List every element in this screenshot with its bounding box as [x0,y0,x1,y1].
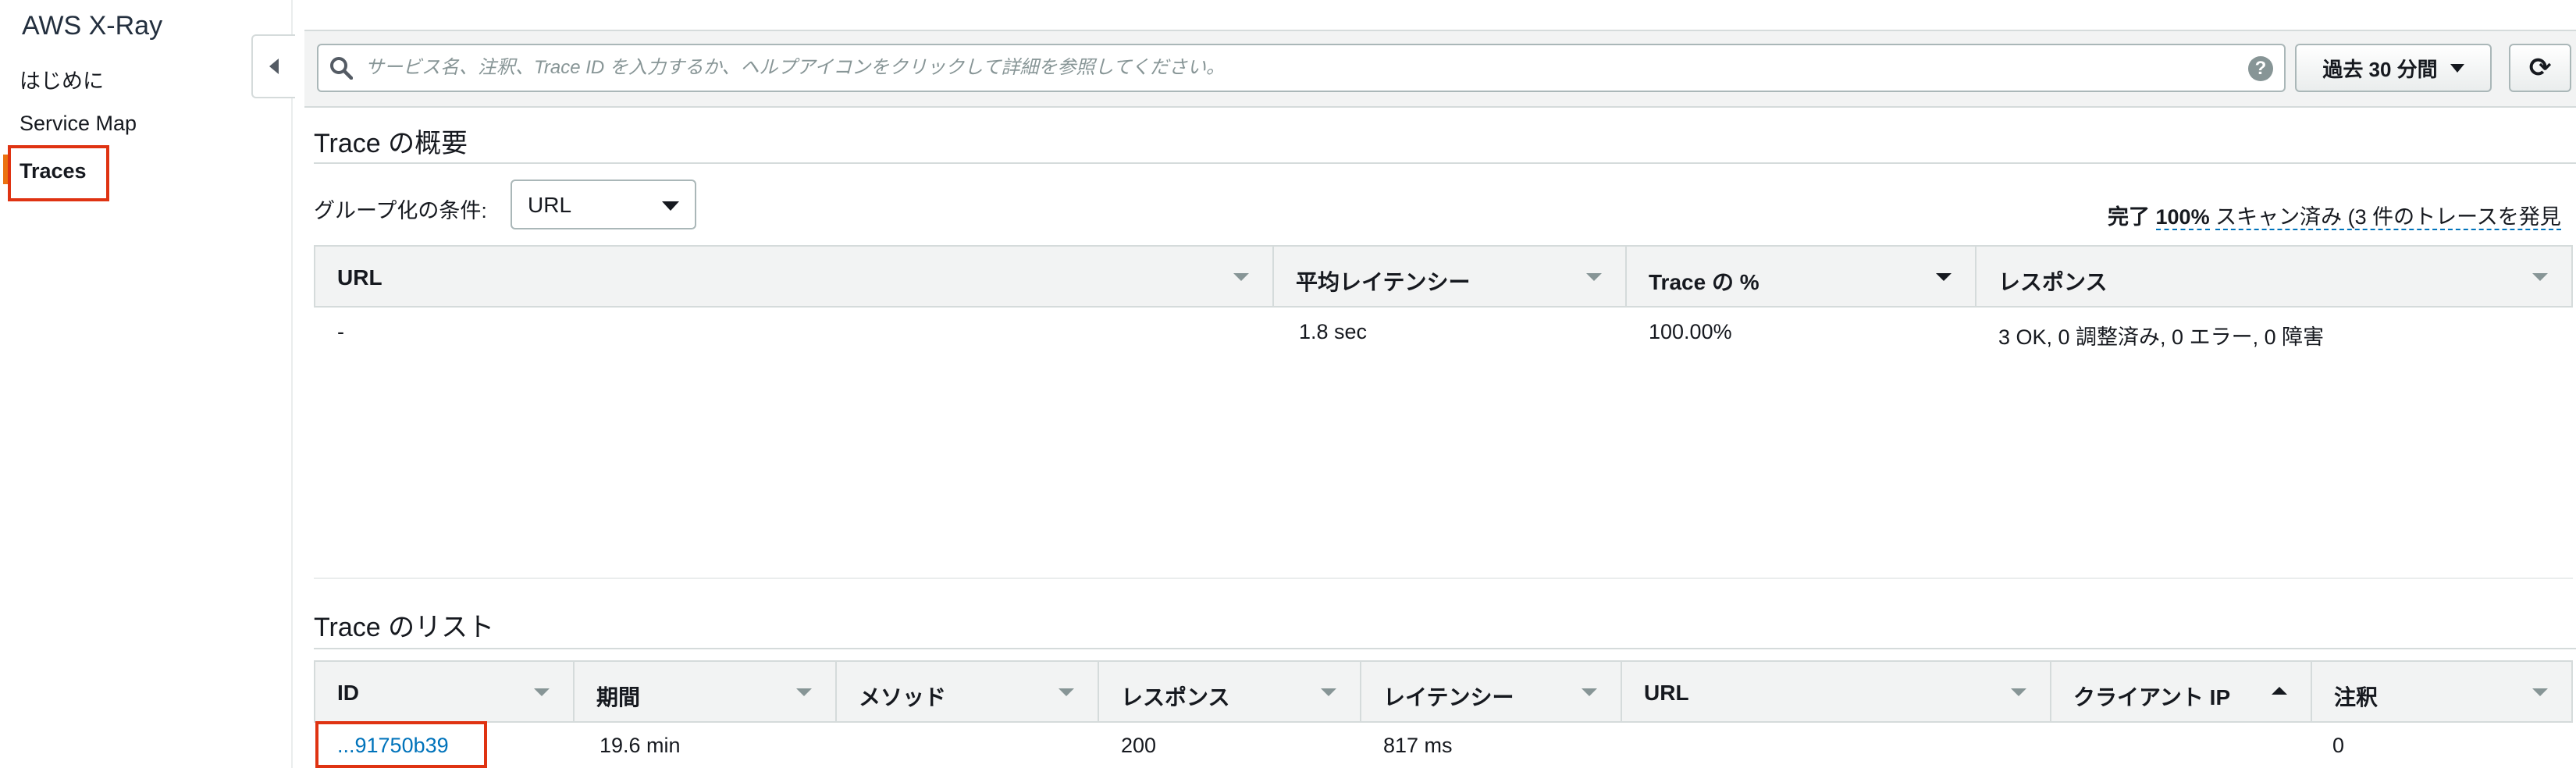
cell-trace-pct: 100.00% [1649,320,1732,343]
group-by-value: URL [528,193,572,217]
section-divider [314,648,2576,649]
collapse-sidebar-button[interactable] [251,34,295,98]
cell-annotations: 0 [2332,734,2345,757]
scan-prefix: 完了 [2108,205,2150,229]
search-box[interactable]: ? [317,44,2286,92]
column-header-avg-latency[interactable]: 平均レイテンシー [1274,247,1627,306]
trace-list-title: Trace のリスト [314,613,495,642]
column-header-response[interactable]: レスポンス [1976,247,2571,306]
highlight-box-traces [8,145,109,201]
refresh-icon: ⟳ [2528,53,2552,83]
sort-icon [1586,273,1602,281]
time-range-button[interactable]: 過去 30 分間 [2295,44,2492,92]
overview-table-body [314,368,2573,579]
group-by-label: グループ化の条件: [314,199,487,222]
chevron-down-icon [2450,63,2464,73]
sort-icon [1059,688,1074,696]
overview-title: Trace の概要 [314,129,468,158]
trace-list-table-header: ID 期間 メソッド レスポンス レイテンシー URL クライアント IP 注釈 [314,660,2573,723]
cell-latency: 817 ms [1383,734,1453,757]
search-input[interactable] [365,45,2223,91]
sort-icon [796,688,812,696]
section-divider [314,162,2576,164]
group-by-select[interactable]: URL [511,180,696,229]
scan-percent[interactable]: 100% [2155,205,2210,230]
cell-age: 19.6 min [600,734,681,757]
highlight-box-trace-id [315,721,487,768]
filter-bar: ? 過去 30 分間 ⟳ [304,30,2576,108]
chevron-down-icon [662,201,679,211]
column-header-age[interactable]: 期間 [575,662,837,721]
cell-response: 3 OK, 0 調整済み, 0 エラー, 0 障害 [1998,325,2325,349]
column-header-id[interactable]: ID [315,662,575,721]
cell-response: 200 [1121,734,1157,757]
column-header-annotations[interactable]: 注釈 [2312,662,2571,721]
sort-icon [1321,688,1336,696]
sort-icon [2532,688,2548,696]
app-title: AWS X-Ray [22,11,163,41]
column-header-url[interactable]: URL [1622,662,2051,721]
column-header-trace-pct[interactable]: Trace の % [1627,247,1976,306]
column-header-method[interactable]: メソッド [837,662,1099,721]
sidebar: AWS X-Ray はじめに Service Map Traces [0,0,293,768]
column-header-client-ip[interactable]: クライアント IP [2051,662,2312,721]
sort-icon [2532,273,2548,281]
scan-suffix: スキャン済み (3 件のトレースを発見 [2215,205,2561,230]
sort-ascending-icon [2272,687,2287,695]
column-header-response[interactable]: レスポンス [1099,662,1361,721]
cell-avg-latency: 1.8 sec [1299,320,1368,343]
column-header-url[interactable]: URL [315,247,1274,306]
overview-table-header: URL 平均レイテンシー Trace の % レスポンス [314,245,2573,308]
sort-icon [1936,273,1952,281]
sidebar-item-getting-started[interactable]: はじめに [20,64,104,94]
scan-status: 完了 100% スキャン済み (3 件のトレースを発見 [2108,200,2561,230]
column-header-latency[interactable]: レイテンシー [1361,662,1622,721]
sort-icon [2011,688,2026,696]
cell-url: - [337,320,344,343]
sort-icon [1233,273,1249,281]
refresh-button[interactable]: ⟳ [2509,44,2571,92]
sidebar-item-service-map[interactable]: Service Map [20,112,137,136]
help-icon[interactable]: ? [2248,56,2273,81]
collapse-left-icon [269,59,279,74]
search-icon [330,57,353,80]
sort-icon [534,688,550,696]
sort-icon [1582,688,1597,696]
time-range-label: 過去 30 分間 [2322,57,2438,81]
